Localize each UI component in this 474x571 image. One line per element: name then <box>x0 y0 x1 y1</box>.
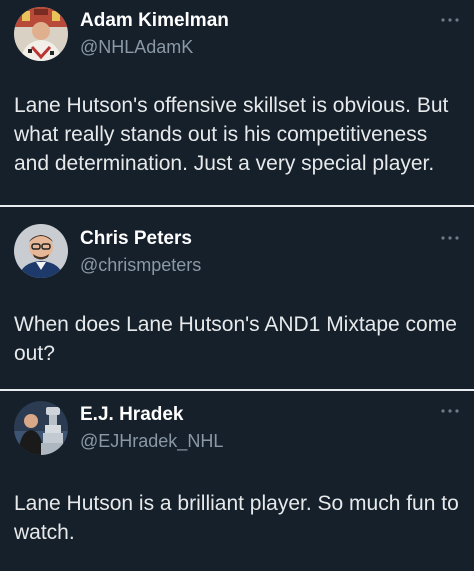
tweet-feed: Adam Kimelman @NHLAdamK Lane Hutson's of… <box>0 0 474 571</box>
author-name[interactable]: E.J. Hradek <box>80 404 184 426</box>
avatar[interactable] <box>14 401 68 455</box>
more-horizontal-icon <box>441 18 459 22</box>
tweet[interactable]: Chris Peters @chrismpeters When does Lan… <box>0 207 474 389</box>
author-name[interactable]: Chris Peters <box>80 228 192 250</box>
avatar-photo-icon <box>14 224 68 278</box>
more-options-button[interactable] <box>438 401 462 421</box>
tweet[interactable]: Adam Kimelman @NHLAdamK Lane Hutson's of… <box>0 0 474 205</box>
author-handle[interactable]: @chrismpeters <box>80 255 201 276</box>
tweet[interactable]: E.J. Hradek @EJHradek_NHL Lane Hutson is… <box>0 391 474 571</box>
more-options-button[interactable] <box>438 10 462 30</box>
tweet-text: Lane Hutson is a brilliant player. So mu… <box>14 492 459 544</box>
avatar[interactable] <box>14 224 68 278</box>
author-handle[interactable]: @EJHradek_NHL <box>80 431 223 452</box>
tweet-text: Lane Hutson's offensive skillset is obvi… <box>14 94 449 175</box>
author-name[interactable]: Adam Kimelman <box>80 10 229 32</box>
more-horizontal-icon <box>441 409 459 413</box>
author-handle[interactable]: @NHLAdamK <box>80 37 193 58</box>
more-options-button[interactable] <box>438 228 462 248</box>
avatar-photo-icon <box>14 401 68 455</box>
more-horizontal-icon <box>441 236 459 240</box>
avatar[interactable] <box>14 7 68 61</box>
tweet-text: When does Lane Hutson's AND1 Mixtape com… <box>14 313 457 365</box>
avatar-photo-icon <box>14 7 68 61</box>
